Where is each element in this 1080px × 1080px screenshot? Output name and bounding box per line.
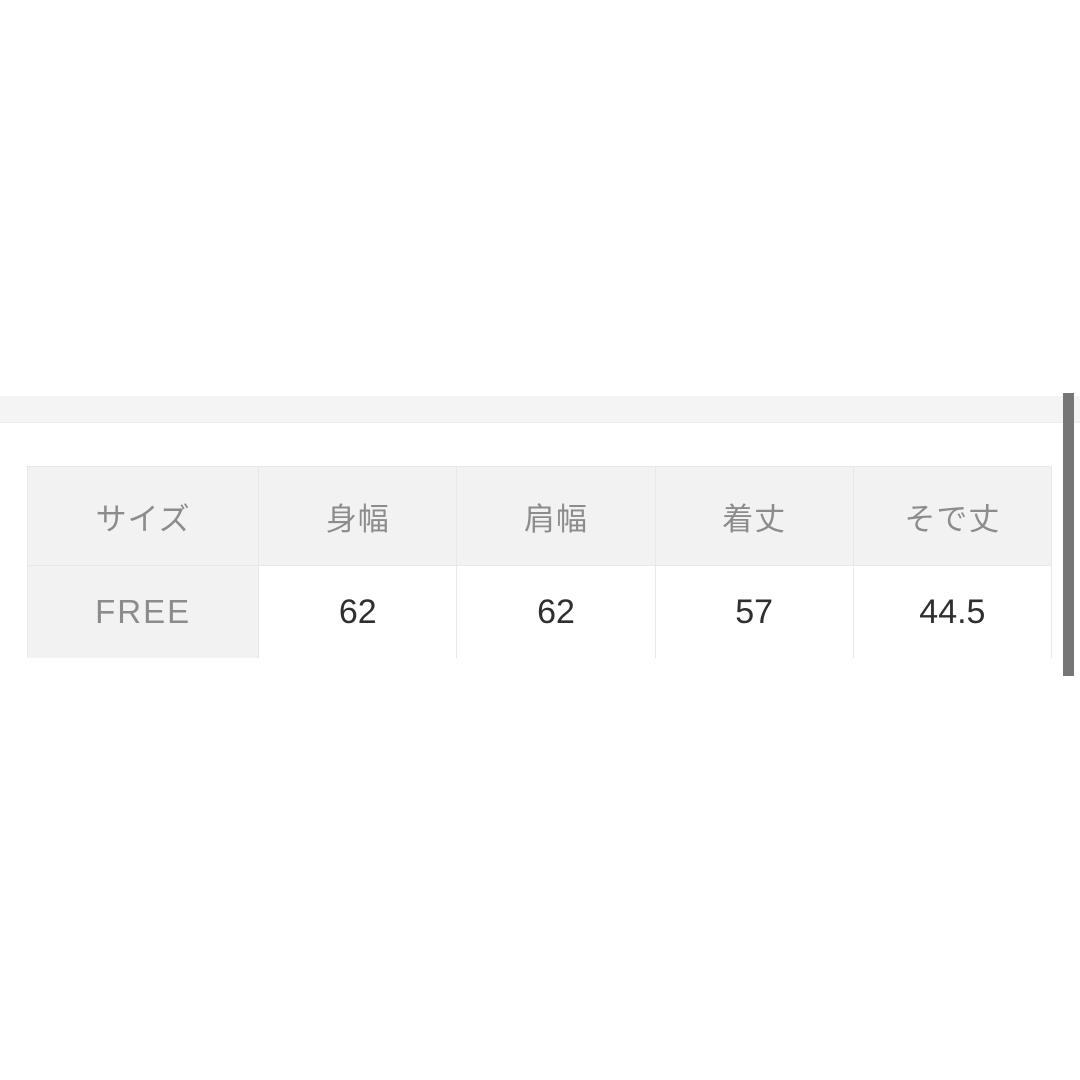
column-header-shoulder: 肩幅	[456, 466, 656, 566]
cell-bust-value: 62	[258, 565, 458, 659]
size-chart-table: サイズ 身幅 肩幅 着丈 そで丈 FREE 62 62 57 44.5	[26, 466, 1053, 659]
column-header-sleeve: そで丈	[852, 466, 1053, 566]
cell-size-value: FREE	[26, 565, 260, 659]
cell-length-value: 57	[654, 565, 854, 659]
column-header-bust: 身幅	[258, 466, 458, 566]
top-blank-area	[0, 0, 1080, 396]
column-header-length: 着丈	[654, 466, 854, 566]
size-chart-container: サイズ 身幅 肩幅 着丈 そで丈 FREE 62 62 57 44.5	[26, 466, 1053, 659]
bottom-blank-area	[0, 658, 1080, 1080]
scrollbar-thumb[interactable]	[1063, 393, 1074, 676]
section-divider-band	[0, 396, 1080, 423]
table-row: FREE 62 62 57 44.5	[26, 565, 1053, 659]
page-root: サイズ 身幅 肩幅 着丈 そで丈 FREE 62 62 57 44.5	[0, 0, 1080, 1080]
cell-shoulder-value: 62	[456, 565, 656, 659]
cell-sleeve-value: 44.5	[852, 565, 1053, 659]
column-header-size: サイズ	[26, 466, 260, 566]
table-header-row: サイズ 身幅 肩幅 着丈 そで丈	[26, 466, 1053, 566]
